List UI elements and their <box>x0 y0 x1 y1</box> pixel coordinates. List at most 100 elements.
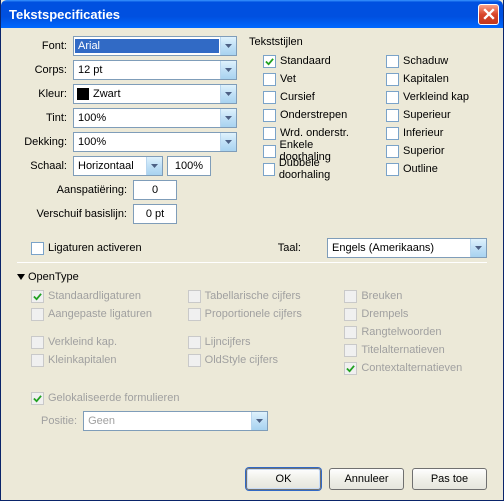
checkbox-box <box>31 392 44 405</box>
checkbox-drempels[interactable]: Drempels <box>344 305 487 323</box>
schaal-value-input[interactable]: 100% <box>167 156 211 176</box>
tint-label: Tint: <box>17 112 73 124</box>
checkbox-onderstrepen[interactable]: Onderstrepen <box>263 106 364 124</box>
checkbox-box <box>263 163 275 176</box>
ok-button[interactable]: OK <box>246 468 321 490</box>
font-value: Arial <box>75 39 219 53</box>
checkbox-kapitalen[interactable]: Kapitalen <box>386 70 487 88</box>
checkbox-label: Cursief <box>280 91 315 103</box>
taal-combo[interactable]: Engels (Amerikaans) <box>327 238 487 258</box>
positie-value: Geen <box>84 415 251 427</box>
checkbox-box <box>386 145 399 158</box>
chevron-down-icon[interactable] <box>220 133 236 151</box>
verschuif-value: 0 pt <box>146 208 164 220</box>
kleur-value: Zwart <box>89 88 220 100</box>
ligaturen-checkbox[interactable]: Ligaturen activeren <box>31 239 142 257</box>
chevron-down-icon[interactable] <box>220 109 236 127</box>
styles-right-col: SchaduwKapitalen Verkleind kap SuperieurIn… <box>372 52 487 178</box>
footer-buttons: OK Annuleer Pas toe <box>246 468 487 490</box>
dekking-combo[interactable]: 100% <box>73 132 237 152</box>
checkbox-box <box>31 308 44 321</box>
schaal-dir-combo[interactable]: Horizontaal <box>73 156 163 176</box>
corps-value: 12 pt <box>74 64 220 76</box>
checkbox-dubbele-doorhaling[interactable]: Dubbele doorhaling <box>263 160 364 178</box>
checkbox-schaduw[interactable]: Schaduw <box>386 52 487 70</box>
checkbox-label: Aangepaste ligaturen <box>48 308 152 320</box>
checkbox-box <box>31 242 44 255</box>
checkbox-label: Drempels <box>361 308 408 320</box>
checkbox-oldstyle-cijfers[interactable]: OldStyle cijfers <box>188 351 331 369</box>
chevron-down-icon[interactable] <box>146 157 162 175</box>
opentype-header[interactable]: OpenType <box>17 271 487 283</box>
tint-combo[interactable]: 100% <box>73 108 237 128</box>
corps-combo[interactable]: 12 pt <box>73 60 237 80</box>
chevron-down-icon[interactable] <box>251 412 267 430</box>
checkbox-box <box>188 354 201 367</box>
taal-value: Engels (Amerikaans) <box>328 242 470 254</box>
checkbox-titelalternatieven[interactable]: Titelalternatieven <box>344 341 487 359</box>
checkbox-outline[interactable]: Outline <box>386 160 487 178</box>
checkbox-superior[interactable]: Superior <box>386 142 487 160</box>
chevron-down-icon[interactable] <box>220 85 236 103</box>
kleur-combo[interactable]: Zwart <box>73 84 237 104</box>
checkbox-proportionele-cijfers[interactable]: Proportionele cijfers <box>188 305 331 323</box>
titlebar: Tekstspecificaties <box>1 0 503 28</box>
checkbox-tabellarische-cijfers[interactable]: Tabellarische cijfers <box>188 287 331 305</box>
divider <box>17 262 487 263</box>
checkbox-standaardligaturen[interactable]: Standaardligaturen <box>31 287 174 305</box>
checkbox-superieur[interactable]: Superieur <box>386 106 487 124</box>
checkbox-inferieur[interactable]: Inferieur <box>386 124 487 142</box>
aanspatiering-input[interactable]: 0 <box>133 180 177 200</box>
checkbox-verkleind-kap-[interactable]: Verkleind kap. <box>31 333 174 351</box>
checkbox-box <box>31 354 44 367</box>
checkbox-box <box>386 109 399 122</box>
checkbox-box <box>386 91 399 104</box>
checkbox-box <box>344 290 357 303</box>
chevron-down-icon[interactable] <box>470 239 486 257</box>
check-icon <box>33 292 42 301</box>
checkbox-box <box>386 55 399 68</box>
close-button[interactable] <box>478 4 499 25</box>
positie-combo[interactable]: Geen <box>83 411 268 431</box>
font-combo[interactable]: Arial <box>73 36 237 56</box>
chevron-down-icon[interactable] <box>220 37 236 55</box>
checkbox-label: Verkleind kap <box>403 91 469 103</box>
dekking-value: 100% <box>74 136 220 148</box>
verschuif-input[interactable]: 0 pt <box>133 204 177 224</box>
schaal-dir-value: Horizontaal <box>74 160 146 172</box>
styles-left-col: StandaardVet Cursief Onderstrepen Wrd. onde… <box>249 52 364 178</box>
checkbox-label: Standaardligaturen <box>48 290 141 302</box>
checkbox-rangtelwoorden[interactable]: Rangtelwoorden <box>344 323 487 341</box>
color-swatch <box>77 88 89 100</box>
checkbox-label: Superior <box>403 145 445 157</box>
checkbox-box <box>188 290 201 303</box>
checkbox-verkleind-kap[interactable]: Verkleind kap <box>386 88 487 106</box>
checkbox-box <box>344 308 357 321</box>
checkbox-contextalternatieven[interactable]: Contextalternatieven <box>344 359 487 377</box>
checkbox-lijncijfers[interactable]: Lijncijfers <box>188 333 331 351</box>
checkbox-label: Dubbele doorhaling <box>279 157 364 181</box>
checkbox-label: Wrd. onderstr. <box>280 127 349 139</box>
checkbox-box <box>263 55 276 68</box>
checkbox-label: Outline <box>403 163 438 175</box>
checkbox-box <box>344 362 357 375</box>
gelokaliseerde-checkbox[interactable]: Gelokaliseerde formulieren <box>31 389 487 407</box>
dekking-label: Dekking: <box>17 136 73 148</box>
checkbox-kleinkapitalen[interactable]: Kleinkapitalen <box>31 351 174 369</box>
close-icon <box>483 8 495 20</box>
checkbox-cursief[interactable]: Cursief <box>263 88 364 106</box>
ligaturen-label: Ligaturen activeren <box>48 242 142 254</box>
chevron-down-icon[interactable] <box>220 61 236 79</box>
checkbox-standaard[interactable]: Standaard <box>263 52 364 70</box>
right-column: Tekststijlen StandaardVetCursiefOnderstr… <box>249 36 487 228</box>
checkbox-label: Verkleind kap. <box>48 336 117 348</box>
checkbox-box <box>386 127 399 140</box>
annuleer-button[interactable]: Annuleer <box>329 468 404 490</box>
checkbox-breuken[interactable]: Breuken <box>344 287 487 305</box>
checkbox-vet[interactable]: Vet <box>263 70 364 88</box>
checkbox-box <box>188 336 201 349</box>
checkbox-label: Lijncijfers <box>205 336 251 348</box>
checkbox-aangepaste-ligaturen[interactable]: Aangepaste ligaturen <box>31 305 174 323</box>
pastoe-button[interactable]: Pas toe <box>412 468 487 490</box>
verschuif-label: Verschuif basislijn: <box>17 208 133 220</box>
